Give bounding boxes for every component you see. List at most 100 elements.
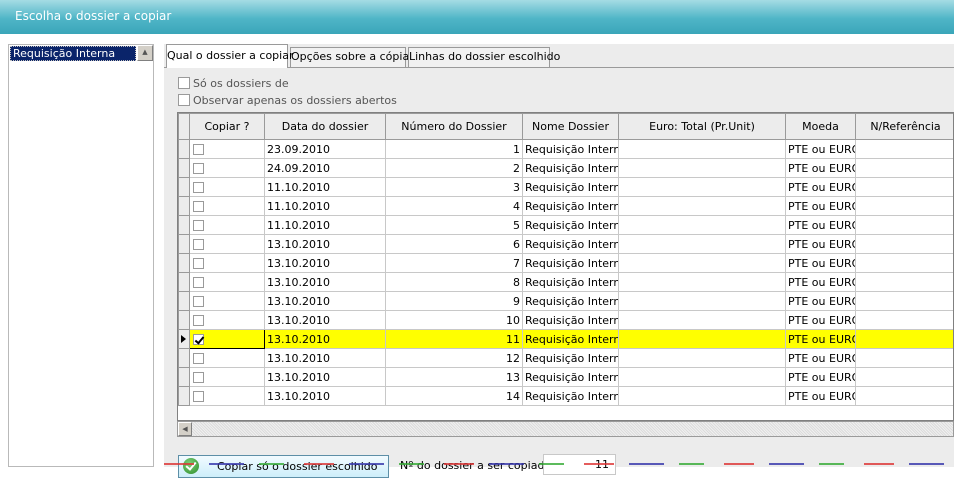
table-row[interactable]: 11.10.20105Requisição InternaPTE ou EURO <box>179 216 954 235</box>
name-cell[interactable]: Requisição Interna <box>523 387 619 406</box>
only-dossiers-filter[interactable]: Só os dossiers de <box>178 76 289 92</box>
copy-checkbox[interactable] <box>193 201 204 212</box>
name-cell[interactable]: Requisição Interna <box>523 197 619 216</box>
name-cell[interactable]: Requisição Interna <box>523 292 619 311</box>
copy-checkbox-cell[interactable] <box>190 330 265 349</box>
number-cell[interactable]: 11 <box>386 330 523 349</box>
copy-checkbox[interactable] <box>193 372 204 383</box>
column-header-euro-total[interactable]: Euro: Total (Pr.Unit) <box>619 114 786 140</box>
date-cell[interactable]: 13.10.2010 <box>265 235 386 254</box>
reference-cell[interactable] <box>856 197 954 216</box>
currency-cell[interactable]: PTE ou EURO <box>786 292 856 311</box>
copy-checkbox[interactable] <box>193 296 204 307</box>
currency-cell[interactable]: PTE ou EURO <box>786 311 856 330</box>
copy-checkbox-cell[interactable] <box>190 140 265 159</box>
number-cell[interactable]: 1 <box>386 140 523 159</box>
currency-cell[interactable]: PTE ou EURO <box>786 178 856 197</box>
total-cell[interactable] <box>619 178 786 197</box>
copy-checkbox-cell[interactable] <box>190 368 265 387</box>
reference-cell[interactable] <box>856 254 954 273</box>
total-cell[interactable] <box>619 330 786 349</box>
reference-cell[interactable] <box>856 235 954 254</box>
tab-opcoes-copia[interactable]: Opções sobre a cópia <box>290 47 406 67</box>
currency-cell[interactable]: PTE ou EURO <box>786 216 856 235</box>
total-cell[interactable] <box>619 273 786 292</box>
table-row[interactable]: 13.10.20108Requisição InternaPTE ou EURO <box>179 273 954 292</box>
table-row[interactable]: 24.09.20102Requisição Interna PTE ou EURO <box>179 159 954 178</box>
number-cell[interactable]: 13 <box>386 368 523 387</box>
total-cell[interactable] <box>619 159 786 178</box>
date-cell[interactable]: 11.10.2010 <box>265 216 386 235</box>
sidebar-list[interactable]: Requisição Interna ▲ <box>8 44 154 467</box>
scroll-left-icon[interactable]: ◀ <box>178 422 192 436</box>
copy-checkbox[interactable] <box>193 220 204 231</box>
name-cell[interactable]: Requisição Interna <box>523 254 619 273</box>
column-header-numero[interactable]: Número do Dossier <box>386 114 523 140</box>
table-row[interactable]: 13.10.20109Requisição InternaPTE ou EURO <box>179 292 954 311</box>
copy-checkbox-cell[interactable] <box>190 216 265 235</box>
number-cell[interactable]: 8 <box>386 273 523 292</box>
copy-checkbox-cell[interactable] <box>190 349 265 368</box>
total-cell[interactable] <box>619 140 786 159</box>
name-cell[interactable]: Requisição Interna <box>523 235 619 254</box>
tab-linhas-dossier[interactable]: Linhas do dossier escolhido <box>408 47 550 67</box>
tab-qual-o-dossier[interactable]: Qual o dossier a copiar <box>166 44 288 68</box>
copy-checkbox[interactable] <box>193 334 204 345</box>
number-cell[interactable]: 4 <box>386 197 523 216</box>
table-row[interactable]: 13.10.201014Requisição InternaPTE ou EUR… <box>179 387 954 406</box>
table-row[interactable]: 13.10.201012Requisição InternaPTE ou EUR… <box>179 349 954 368</box>
table-row[interactable]: 13.10.201010Requisição InternaPTE ou EUR… <box>179 311 954 330</box>
table-row[interactable]: 11.10.20103Requisição InternaPTE ou EURO <box>179 178 954 197</box>
dossier-grid[interactable]: Copiar ? Data do dossier Número do Dossi… <box>177 112 954 421</box>
column-header-nome[interactable]: Nome Dossier <box>523 114 619 140</box>
date-cell[interactable]: 11.10.2010 <box>265 197 386 216</box>
number-cell[interactable]: 2 <box>386 159 523 178</box>
total-cell[interactable] <box>619 216 786 235</box>
date-cell[interactable]: 23.09.2010 <box>265 140 386 159</box>
date-cell[interactable]: 24.09.2010 <box>265 159 386 178</box>
copy-checkbox[interactable] <box>193 239 204 250</box>
column-header-referencia[interactable]: N/Referência <box>856 114 954 140</box>
column-header-moeda[interactable]: Moeda <box>786 114 856 140</box>
number-cell[interactable]: 3 <box>386 178 523 197</box>
table-row[interactable]: 23.09.20101Requisição InternaPTE ou EURO <box>179 140 954 159</box>
copy-checkbox[interactable] <box>193 315 204 326</box>
copy-checkbox-cell[interactable] <box>190 292 265 311</box>
only-open-checkbox[interactable] <box>178 94 190 106</box>
column-header-copiar[interactable]: Copiar ? <box>190 114 265 140</box>
copy-checkbox-cell[interactable] <box>190 387 265 406</box>
currency-cell[interactable]: PTE ou EURO <box>786 330 856 349</box>
table-row[interactable]: 13.10.201011Requisição InternaPTE ou EUR… <box>179 330 954 349</box>
reference-cell[interactable] <box>856 330 954 349</box>
copy-checkbox[interactable] <box>193 353 204 364</box>
date-cell[interactable]: 13.10.2010 <box>265 368 386 387</box>
copy-checkbox-cell[interactable] <box>190 178 265 197</box>
number-cell[interactable]: 10 <box>386 311 523 330</box>
currency-cell[interactable]: PTE ou EURO <box>786 159 856 178</box>
date-cell[interactable]: 13.10.2010 <box>265 387 386 406</box>
date-cell[interactable]: 13.10.2010 <box>265 349 386 368</box>
reference-cell[interactable] <box>856 216 954 235</box>
date-cell[interactable]: 13.10.2010 <box>265 254 386 273</box>
currency-cell[interactable]: PTE ou EURO <box>786 235 856 254</box>
number-cell[interactable]: 6 <box>386 235 523 254</box>
table-row[interactable]: 13.10.20106Requisição Interna PTE ou EURO <box>179 235 954 254</box>
reference-cell[interactable] <box>856 349 954 368</box>
sidebar-item-requisicao-interna[interactable]: Requisição Interna <box>10 46 136 61</box>
horizontal-scrollbar[interactable]: ◀ <box>177 421 954 437</box>
name-cell[interactable]: Requisição Interna <box>523 368 619 387</box>
date-cell[interactable]: 13.10.2010 <box>265 273 386 292</box>
name-cell[interactable]: Requisição Interna <box>523 159 619 178</box>
copy-checkbox-cell[interactable] <box>190 235 265 254</box>
number-cell[interactable]: 14 <box>386 387 523 406</box>
column-header-data[interactable]: Data do dossier <box>265 114 386 140</box>
reference-cell[interactable] <box>856 368 954 387</box>
number-cell[interactable]: 12 <box>386 349 523 368</box>
copy-checkbox-cell[interactable] <box>190 273 265 292</box>
currency-cell[interactable]: PTE ou EURO <box>786 140 856 159</box>
table-row[interactable]: 13.10.201013Requisição InternaPTE ou EUR… <box>179 368 954 387</box>
table-row[interactable]: 11.10.20104Requisição InternaPTE ou EURO <box>179 197 954 216</box>
date-cell[interactable]: 11.10.2010 <box>265 178 386 197</box>
total-cell[interactable] <box>619 292 786 311</box>
copy-checkbox[interactable] <box>193 277 204 288</box>
